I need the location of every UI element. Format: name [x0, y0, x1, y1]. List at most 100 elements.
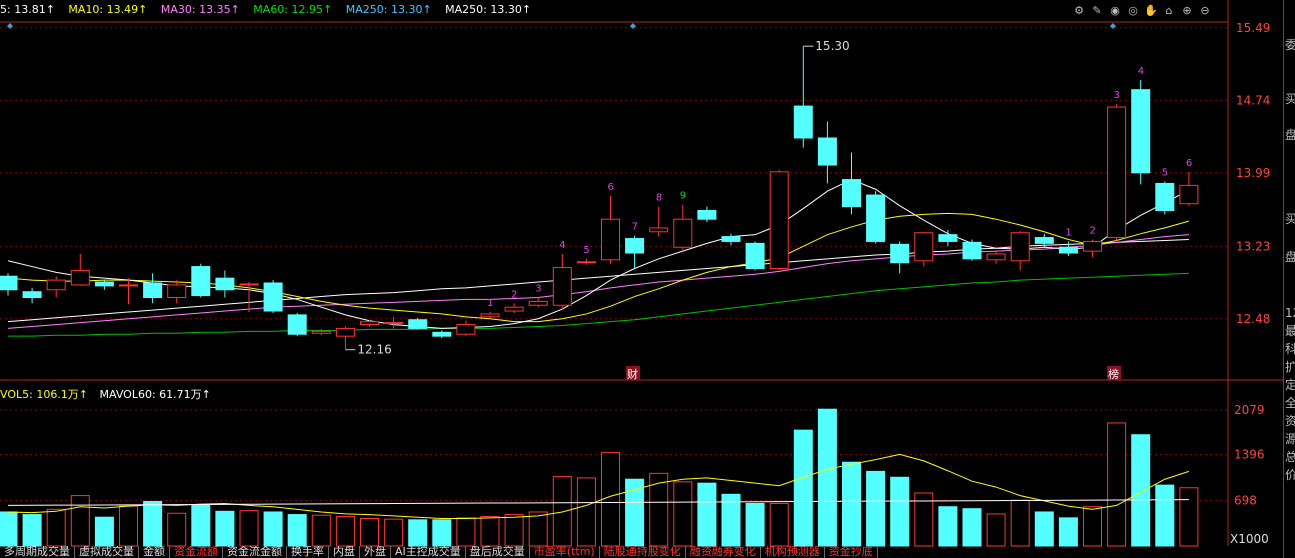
tab-10[interactable]: 市盈率(ttm) [530, 546, 600, 558]
volume-bar [552, 476, 572, 547]
candle-body [1155, 182, 1175, 211]
tab-12[interactable]: 融资融券变化 [686, 546, 761, 558]
finance-badge: 财 [627, 367, 638, 381]
candle-body [962, 241, 982, 260]
candle-body [842, 179, 861, 208]
volume-legend: VOL5: 106.1万↑ MAVOL60: 61.71万↑ [0, 386, 219, 402]
tab-2[interactable]: 金额 [139, 546, 170, 558]
candle-body [890, 243, 910, 264]
sequence-count: 8 [656, 193, 662, 204]
volume-bar [335, 516, 355, 547]
sequence-count: 2 [1090, 226, 1096, 237]
volume-bar [191, 504, 211, 547]
tab-5[interactable]: 换手率 [287, 546, 329, 558]
lock-icon[interactable]: ⌂ [1162, 4, 1176, 18]
panel-label-5: 12 [1285, 306, 1295, 320]
candle-body [70, 269, 90, 286]
candle-body [528, 300, 548, 306]
volume-bar [1131, 434, 1151, 547]
volume-bar [456, 517, 476, 547]
tab-0[interactable]: 多周期成交量 [0, 546, 75, 558]
candle-body [649, 227, 669, 233]
volume-bar [866, 470, 886, 547]
sequence-count: 1 [1065, 227, 1071, 238]
volume-bar [697, 482, 717, 547]
panel-label-0: 委 [1285, 38, 1295, 52]
ma60-legend: MA60: 12.95↑ [253, 3, 333, 16]
candle-body [673, 218, 693, 248]
volume-bar [528, 511, 548, 547]
volume-bar [817, 408, 837, 547]
sequence-count: 5 [1162, 168, 1168, 179]
candle-body [384, 322, 404, 325]
sequence-count: 1 [487, 298, 493, 309]
volume-bar [215, 510, 235, 547]
candle-body [697, 210, 717, 220]
tab-13[interactable]: 机构预测器 [761, 546, 825, 558]
candle-body [1107, 106, 1127, 239]
tab-7[interactable]: 外盘 [360, 546, 391, 558]
panel-label-2: 盘 [1285, 128, 1295, 142]
volume-bar [1010, 499, 1030, 547]
volume-unit: X1000 [1230, 532, 1269, 546]
tab-8[interactable]: AI主控成交量 [391, 546, 466, 558]
gear-icon[interactable]: ⚙ [1072, 4, 1086, 18]
tab-9[interactable]: 盘后成交量 [466, 546, 530, 558]
chart-toolbar: ⚙ ✎ ◉ ◎ ✋ ⌂ ⊕ ⊖ [1072, 4, 1212, 20]
ma10-legend: MA10: 13.49↑ [68, 3, 148, 16]
candle-body [480, 313, 500, 318]
tab-14[interactable]: 资金抄底 [825, 546, 878, 558]
eye-off-icon[interactable]: ◎ [1126, 4, 1140, 18]
candle-body [625, 238, 645, 254]
volume-bar [432, 519, 452, 547]
volume-bar [1179, 487, 1199, 547]
tab-3[interactable]: 资金流额 [170, 546, 223, 558]
candle-body [456, 324, 476, 335]
ma10-line [7, 212, 1190, 323]
price-tick: 13.99 [1236, 166, 1270, 180]
candle-body [1010, 232, 1030, 262]
zoom-out-icon[interactable]: ⊖ [1198, 4, 1212, 18]
candle-body [986, 253, 1006, 261]
panel-label-7: 科 [1285, 342, 1295, 356]
candle-body [576, 261, 596, 264]
ma5-legend: 5: 13.81↑ [0, 3, 55, 16]
candle-body [0, 275, 18, 291]
candle-body [335, 327, 355, 337]
tab-1[interactable]: 虚拟成交量 [75, 546, 139, 558]
hand-icon[interactable]: ✋ [1144, 4, 1158, 18]
panel-label-1: 买 [1285, 92, 1295, 106]
tab-11[interactable]: 陆股通持股变化 [600, 546, 686, 558]
panel-label-13: 总 [1285, 450, 1295, 464]
volume-bar [22, 514, 42, 547]
ma250b-legend: MA250: 13.30↑ [445, 3, 532, 16]
high-label: 15.30 [815, 39, 849, 53]
marker-diamond-icon [7, 23, 13, 29]
draw-icon[interactable]: ✎ [1090, 4, 1104, 18]
tab-4[interactable]: 资金流金额 [223, 546, 287, 558]
volume-bar [119, 505, 138, 547]
chart-canvas[interactable]: 15.4914.7413.9913.2312.481220791396698X1… [0, 0, 1283, 558]
mavol60-legend: MAVOL60: 61.71万↑ [99, 388, 211, 401]
volume-bar [167, 512, 187, 547]
candle-body [167, 284, 187, 298]
ranking-badge: 榜 [1108, 367, 1119, 381]
candle-body [119, 284, 138, 287]
panel-label-12: 源 [1285, 432, 1295, 446]
ma-legend: 5: 13.81↑ MA10: 13.49↑ MA30: 13.35↑ MA60… [0, 3, 541, 19]
panel-label-10: 全 [1285, 396, 1295, 410]
sequence-count: 4 [559, 240, 565, 251]
vol5-legend: VOL5: 106.1万↑ [0, 388, 89, 401]
volume-bar [962, 508, 982, 547]
tab-6[interactable]: 内盘 [329, 546, 360, 558]
zoom-in-icon[interactable]: ⊕ [1180, 4, 1194, 18]
volume-bar [480, 516, 500, 547]
eye-icon[interactable]: ◉ [1108, 4, 1122, 18]
candle-body [191, 266, 211, 297]
volume-bar [263, 511, 283, 547]
volume-bar [1083, 506, 1102, 547]
candle-body [914, 232, 934, 262]
sequence-count: 2 [511, 289, 517, 300]
price-tick: 13.23 [1236, 239, 1270, 253]
low-label: 12.16 [357, 343, 391, 357]
